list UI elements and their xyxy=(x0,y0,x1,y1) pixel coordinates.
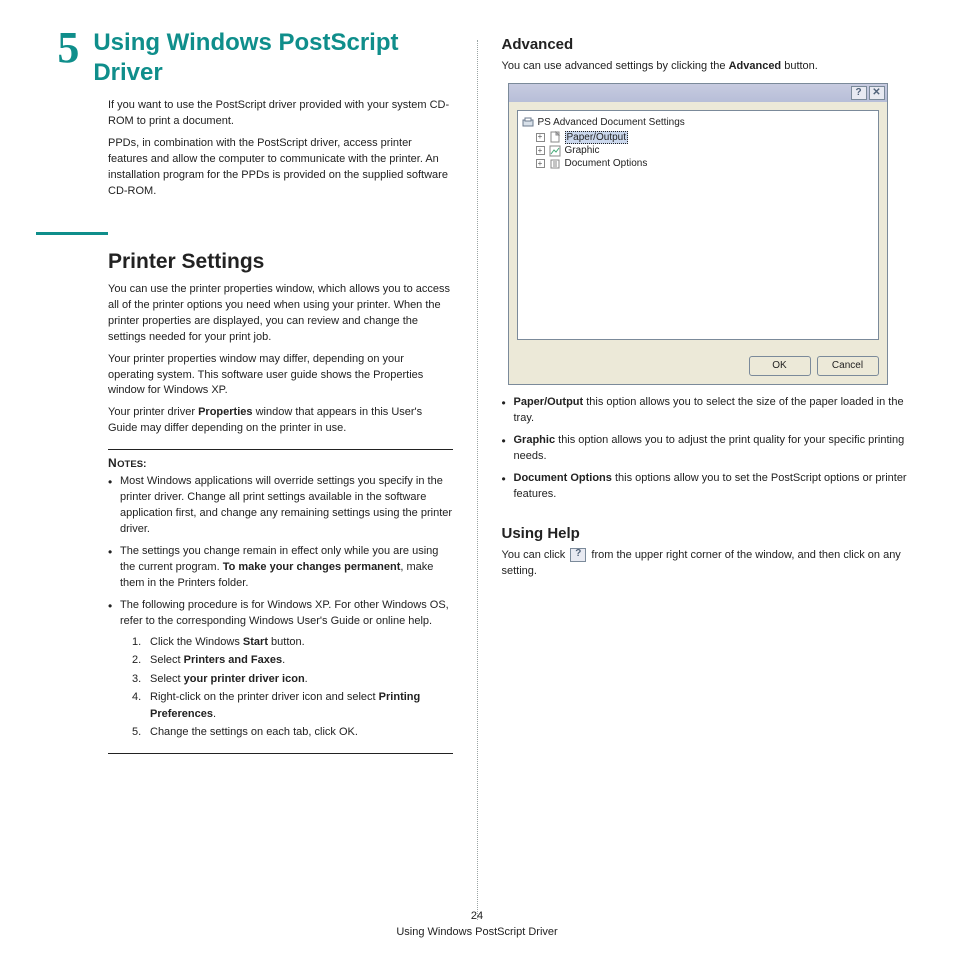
opt-paper-output: Paper/Output this option allows you to s… xyxy=(502,395,919,427)
para3-a: Your printer driver xyxy=(108,406,198,418)
section-heading: Printer Settings xyxy=(108,249,453,274)
printer-icon xyxy=(522,117,534,129)
notes-list: Most Windows applications will override … xyxy=(108,474,453,740)
ok-button[interactable]: OK xyxy=(749,356,811,376)
chapter-number: 5 xyxy=(36,26,79,70)
tree-item-label: Document Options xyxy=(565,158,648,169)
tree-item-paper-output[interactable]: + Paper/Output xyxy=(536,131,874,144)
step-2: Select Printers and Faxes. xyxy=(132,652,453,669)
advanced-heading: Advanced xyxy=(502,36,919,53)
intro-paragraph-1: If you want to use the PostScript driver… xyxy=(108,98,453,130)
note3-text: The following procedure is for Windows X… xyxy=(120,599,449,627)
using-help-text: You can click ? from the upper right cor… xyxy=(502,548,919,580)
intro-block: If you want to use the PostScript driver… xyxy=(108,98,453,200)
two-column-layout: 5 Using Windows PostScript Driver If you… xyxy=(36,28,918,908)
tree-item-label: Graphic xyxy=(565,145,600,156)
section-divider xyxy=(36,232,453,235)
note-2: The settings you change remain in effect… xyxy=(108,544,453,592)
step-1: Click the Windows Start button. xyxy=(132,634,453,651)
dialog-footer: OK Cancel xyxy=(509,348,887,384)
note-3: The following procedure is for Windows X… xyxy=(108,598,453,741)
page: 5 Using Windows PostScript Driver If you… xyxy=(0,0,954,954)
printer-settings-section: Printer Settings You can use the printer… xyxy=(108,249,453,754)
paper-icon xyxy=(549,131,561,143)
note-1: Most Windows applications will override … xyxy=(108,474,453,538)
chapter-header: 5 Using Windows PostScript Driver xyxy=(36,28,453,88)
step-4: Right-click on the printer driver icon a… xyxy=(132,689,453,722)
dialog-titlebar: ? ✕ xyxy=(509,84,887,102)
help-button[interactable]: ? xyxy=(851,86,867,100)
tree-item-document-options[interactable]: + Document Options xyxy=(536,158,874,170)
advanced-dialog-screenshot: ? ✕ PS Advanced Document Settings xyxy=(508,83,888,385)
tree-root-label: PS Advanced Document Settings xyxy=(538,117,685,128)
help-icon: ? xyxy=(570,548,586,562)
left-column: 5 Using Windows PostScript Driver If you… xyxy=(36,28,477,908)
note2-b: To make your changes permanent xyxy=(223,561,401,573)
step-5: Change the settings on each tab, click O… xyxy=(132,724,453,741)
tree-root[interactable]: PS Advanced Document Settings xyxy=(522,117,874,129)
cancel-button[interactable]: Cancel xyxy=(817,356,879,376)
chapter-title: Using Windows PostScript Driver xyxy=(93,28,452,88)
page-footer: 24 Using Windows PostScript Driver xyxy=(0,909,954,940)
para-1: You can use the printer properties windo… xyxy=(108,282,453,346)
expand-icon[interactable]: + xyxy=(536,159,545,168)
para-3: Your printer driver Properties window th… xyxy=(108,405,453,437)
opt-graphic: Graphic this option allows you to adjust… xyxy=(502,433,919,465)
notes-top-rule xyxy=(108,449,453,450)
para3-b: Properties xyxy=(198,406,252,418)
graphic-icon xyxy=(549,145,561,157)
tree-item-graphic[interactable]: + Graphic xyxy=(536,145,874,157)
advanced-intro: You can use advanced settings by clickin… xyxy=(502,59,919,75)
expand-icon[interactable]: + xyxy=(536,133,545,142)
para-2: Your printer properties window may diffe… xyxy=(108,352,453,400)
advanced-options-list: Paper/Output this option allows you to s… xyxy=(502,395,919,503)
opt-document-options: Document Options this options allow you … xyxy=(502,471,919,503)
dialog-body: PS Advanced Document Settings + Paper/Ou… xyxy=(509,102,887,348)
tree-pane[interactable]: PS Advanced Document Settings + Paper/Ou… xyxy=(517,110,879,340)
steps-list: Click the Windows Start button. Select P… xyxy=(132,634,453,741)
notes-bottom-rule xyxy=(108,753,453,754)
tree-item-label: Paper/Output xyxy=(565,131,628,144)
page-number: 24 xyxy=(0,909,954,924)
intro-paragraph-2: PPDs, in combination with the PostScript… xyxy=(108,136,453,200)
dialog-window: ? ✕ PS Advanced Document Settings xyxy=(508,83,888,385)
expand-icon[interactable]: + xyxy=(536,146,545,155)
document-options-icon xyxy=(549,158,561,170)
tree-children: + Paper/Output + xyxy=(536,131,874,170)
running-title: Using Windows PostScript Driver xyxy=(0,925,954,940)
close-button[interactable]: ✕ xyxy=(869,86,885,100)
section-rule-accent xyxy=(36,232,108,235)
step-3: Select your printer driver icon. xyxy=(132,671,453,688)
using-help-heading: Using Help xyxy=(502,525,919,542)
notes-label: NOTES: xyxy=(108,456,453,470)
right-column: Advanced You can use advanced settings b… xyxy=(478,28,919,908)
